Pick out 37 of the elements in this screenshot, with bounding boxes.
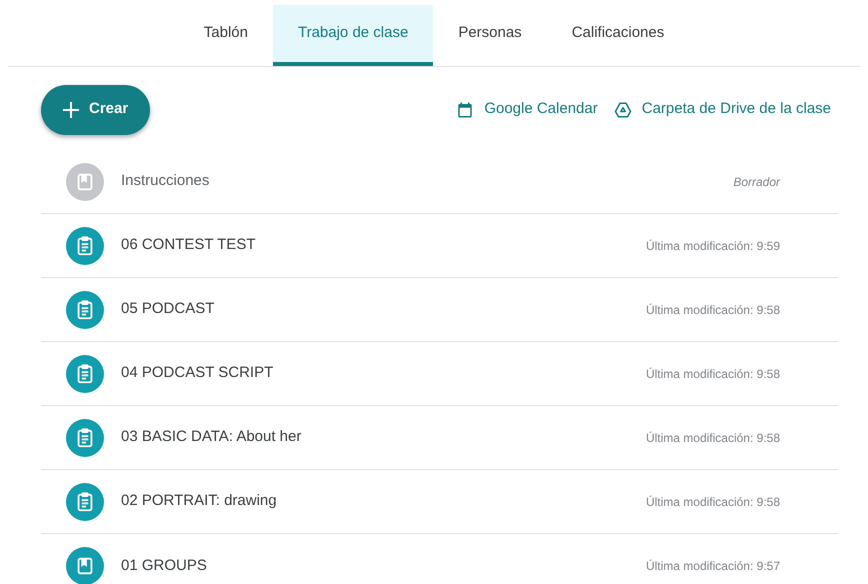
item-status: Última modificación: 9:58 xyxy=(646,366,780,382)
toolbar-link[interactable]: Carpeta de Drive de la clase xyxy=(614,98,831,121)
item-title: 05 PODCAST xyxy=(121,299,216,320)
clipboard-icon xyxy=(66,290,104,328)
clipboard-icon xyxy=(66,354,104,392)
item-title: 01 GROUPS xyxy=(121,556,208,576)
bookmark-icon xyxy=(66,162,104,200)
item-status: Última modificación: 9:58 xyxy=(646,430,780,446)
item-status: Última modificación: 9:57 xyxy=(646,558,780,575)
triangle-icon xyxy=(614,100,632,118)
tab[interactable]: Trabajo de clase xyxy=(272,5,434,66)
item-status: Última modificación: 9:58 xyxy=(646,494,780,510)
calendar-icon xyxy=(456,100,474,118)
list-row[interactable]: 05 PODCAST Última modificación: 9:58 xyxy=(41,278,838,342)
list-row[interactable]: 04 PODCAST SCRIPT Última modificación: 9:58 xyxy=(41,342,838,406)
item-status: Última modificación: 9:58 xyxy=(646,302,780,318)
item-title: 04 PODCAST SCRIPT xyxy=(121,363,274,384)
tab[interactable]: Calificaciones xyxy=(546,5,690,66)
list-row[interactable]: Instrucciones Borrador xyxy=(41,150,838,214)
clipboard-icon xyxy=(66,226,104,264)
item-title: 03 BASIC DATA: About her xyxy=(121,427,302,448)
plus-icon xyxy=(63,102,79,118)
item-status: Última modificación: 9:59 xyxy=(646,238,780,254)
clipboard-icon xyxy=(66,418,104,456)
list-row[interactable]: 03 BASIC DATA: About her Última modificación: 9:58 xyxy=(41,406,838,470)
create-button[interactable]: Crear xyxy=(41,84,150,134)
tab[interactable]: Tablón xyxy=(178,5,273,66)
list-row[interactable]: 01 GROUPS Última modificación: 9:57 xyxy=(41,534,838,584)
list-row[interactable]: 06 CONTEST TEST Última modificación: 9:59 xyxy=(41,214,838,278)
clipboard-icon xyxy=(66,482,104,520)
item-status: Borrador xyxy=(733,174,780,190)
list-row[interactable]: 02 PORTRAIT: drawing Última modificación: 9:58 xyxy=(41,470,838,534)
tab[interactable]: Personas xyxy=(433,5,547,66)
toolbar-link[interactable]: Google Calendar xyxy=(456,98,598,121)
item-title: 06 CONTEST TEST xyxy=(121,235,256,256)
item-title: 02 PORTRAIT: drawing xyxy=(121,491,278,512)
item-title: Instrucciones xyxy=(121,171,210,192)
